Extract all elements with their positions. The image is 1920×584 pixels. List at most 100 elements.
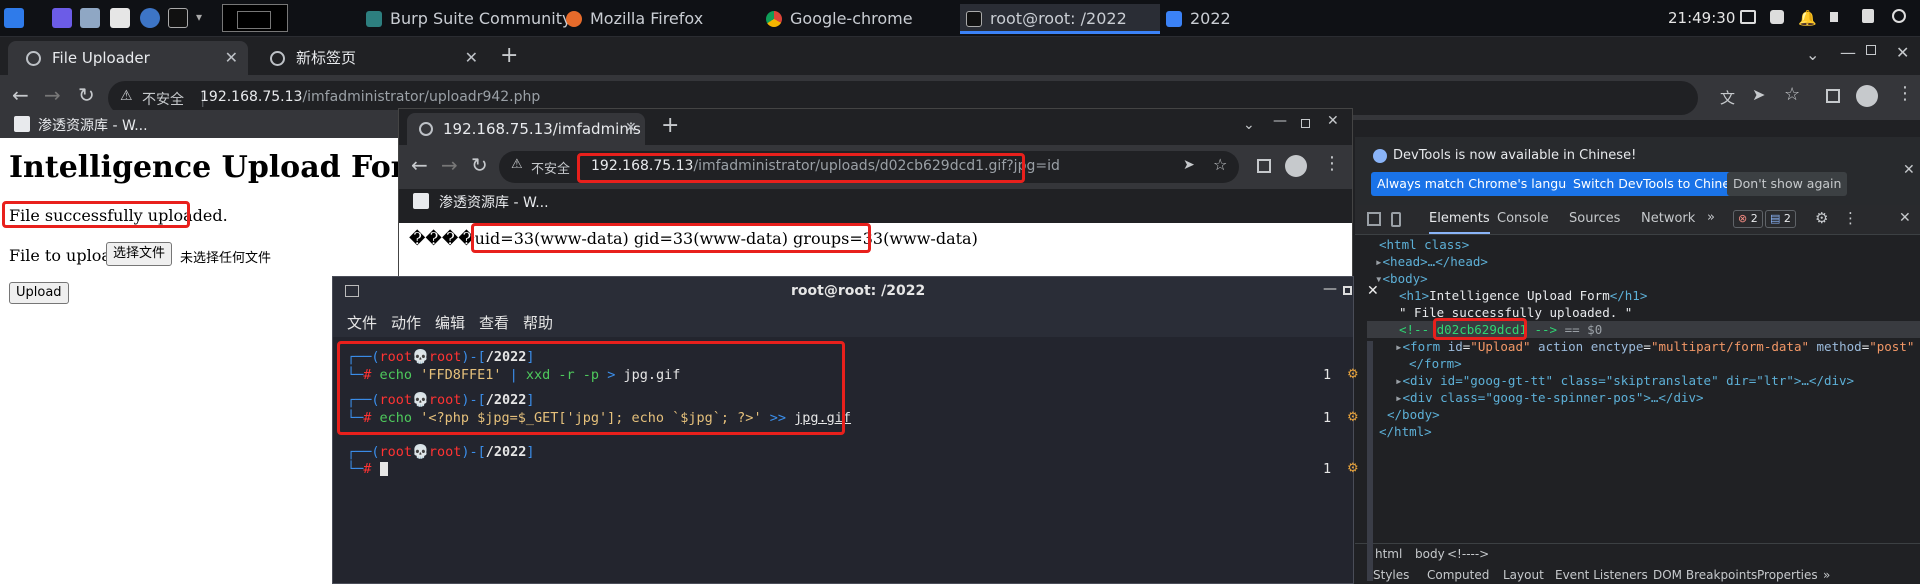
popup-tab[interactable]: 192.168.75.13/imfadminis ✕ <box>407 113 645 145</box>
minimize-button[interactable]: — <box>1273 113 1287 129</box>
tab-dom-breakpoints[interactable]: DOM Breakpoints <box>1653 568 1757 582</box>
always-match-button[interactable]: Always match Chrome's language <box>1371 172 1596 196</box>
show-desktop-icon[interactable] <box>52 8 72 28</box>
tab-network[interactable]: Network <box>1641 211 1695 226</box>
forward-button[interactable]: → <box>44 83 61 107</box>
task-firefox[interactable]: Mozilla Firefox <box>560 4 760 34</box>
minimize-button[interactable]: — <box>1323 281 1337 297</box>
close-icon[interactable]: ✕ <box>1903 162 1915 178</box>
dom-line[interactable]: <h1>Intelligence Upload Form</h1> <box>1399 288 1647 303</box>
task-folder[interactable]: 2022 <box>1160 4 1360 34</box>
kali-menu-icon[interactable] <box>4 8 24 28</box>
profile-avatar[interactable] <box>1856 85 1878 107</box>
maximize-button[interactable] <box>1343 286 1352 295</box>
task-chrome[interactable]: Google-chrome <box>760 4 960 34</box>
close-icon[interactable]: ✕ <box>465 41 478 75</box>
dom-line[interactable]: ▸<div class="goog-te-spinner-pos">…</div… <box>1395 390 1704 405</box>
task-burp[interactable]: Burp Suite Community E... <box>360 4 575 34</box>
maximize-button[interactable] <box>1866 45 1876 55</box>
lock-icon[interactable] <box>1862 9 1874 23</box>
message-badge[interactable]: ▤ 2 <box>1765 210 1796 228</box>
breadcrumb-item[interactable]: <!----> <box>1447 547 1489 561</box>
profile-avatar[interactable] <box>1285 155 1307 177</box>
dont-show-button[interactable]: Don't show again <box>1727 172 1848 196</box>
menu-view[interactable]: 查看 <box>479 312 509 333</box>
tab-search-icon[interactable]: ⌄ <box>1243 117 1255 133</box>
terminal-icon[interactable] <box>168 8 188 28</box>
close-window-button[interactable]: ✕ <box>1327 113 1339 129</box>
close-window-button[interactable]: ✕ <box>1896 43 1909 62</box>
tab-properties[interactable]: Properties <box>1757 568 1818 582</box>
star-icon[interactable]: ☆ <box>1213 155 1227 174</box>
tab-styles[interactable]: Styles <box>1373 568 1409 582</box>
terminal-command[interactable]: └─# <box>347 461 388 477</box>
device-icon[interactable] <box>1391 212 1401 227</box>
more-tabs-icon[interactable]: » <box>1823 568 1830 582</box>
send-icon[interactable]: ➤ <box>1752 85 1765 104</box>
error-badge[interactable]: ⊗ 2 <box>1733 210 1763 228</box>
back-button[interactable]: ← <box>411 153 428 177</box>
dom-line[interactable]: </form> <box>1409 356 1462 371</box>
dom-line[interactable]: <html class> <box>1379 237 1469 252</box>
dom-line[interactable]: </html> <box>1379 424 1432 439</box>
menu-icon[interactable]: ⋮ <box>1323 153 1341 174</box>
tab-computed[interactable]: Computed <box>1427 568 1489 582</box>
browser-icon[interactable] <box>140 8 160 28</box>
send-icon[interactable]: ➤ <box>1183 157 1195 173</box>
close-window-button[interactable]: ✕ <box>1367 283 1379 299</box>
close-icon[interactable]: ✕ <box>625 120 637 136</box>
dom-line[interactable]: ▸<form id="Upload" action enctype="multi… <box>1395 339 1914 354</box>
tab-elements[interactable]: Elements <box>1429 211 1490 234</box>
menu-icon[interactable]: ⋮ <box>1843 209 1858 227</box>
battery-icon[interactable] <box>1830 12 1838 22</box>
tab-layout[interactable]: Layout <box>1503 568 1544 582</box>
volume-icon[interactable] <box>1770 10 1784 24</box>
tab-event-listeners[interactable]: Event Listeners <box>1555 568 1648 582</box>
menu-help[interactable]: 帮助 <box>523 312 553 333</box>
forward-button[interactable]: → <box>441 153 458 177</box>
close-icon[interactable]: ✕ <box>1899 210 1911 226</box>
text-editor-icon[interactable] <box>110 8 130 28</box>
file-manager-icon[interactable] <box>80 8 100 28</box>
chevron-down-icon[interactable]: ▾ <box>196 10 202 24</box>
dom-line[interactable]: </body> <box>1387 407 1440 422</box>
new-tab-button[interactable]: + <box>661 113 679 138</box>
terminal-scrollbar[interactable] <box>1367 341 1373 581</box>
more-tabs-icon[interactable]: » <box>1707 210 1715 225</box>
task-terminal[interactable]: root@root: /2022 <box>960 4 1160 34</box>
menu-icon[interactable]: ⋮ <box>1896 83 1914 104</box>
reload-button[interactable]: ↻ <box>78 83 95 107</box>
upload-button[interactable]: Upload <box>9 282 69 304</box>
menu-actions[interactable]: 动作 <box>391 312 421 333</box>
breadcrumb-item[interactable]: body <box>1415 547 1445 561</box>
power-icon[interactable] <box>1892 9 1906 23</box>
tab-sources[interactable]: Sources <box>1569 211 1620 226</box>
bookmark-item[interactable]: 渗透资源库 - W... <box>38 115 148 135</box>
workspace-preview[interactable] <box>222 4 288 32</box>
menu-file[interactable]: 文件 <box>347 312 377 333</box>
display-icon[interactable] <box>1740 10 1756 24</box>
star-icon[interactable]: ☆ <box>1784 84 1800 105</box>
maximize-button[interactable] <box>1301 119 1310 128</box>
breadcrumb-item[interactable]: html <box>1375 547 1402 561</box>
switch-chinese-button[interactable]: Switch DevTools to Chinese <box>1567 172 1751 196</box>
new-tab-button[interactable]: + <box>500 43 518 68</box>
side-panel-icon[interactable] <box>1826 89 1840 103</box>
menu-edit[interactable]: 编辑 <box>435 312 465 333</box>
back-button[interactable]: ← <box>12 83 29 107</box>
reload-button[interactable]: ↻ <box>471 153 488 177</box>
tab-search-icon[interactable]: ⌄ <box>1806 45 1819 64</box>
minimize-button[interactable]: — <box>1840 43 1856 62</box>
bookmark-item[interactable]: 渗透资源库 - W... <box>439 192 549 212</box>
gear-icon[interactable]: ⚙ <box>1815 209 1828 227</box>
dom-line[interactable]: ▸<div id="goog-gt-tt" class="skiptransla… <box>1395 373 1854 388</box>
bell-icon[interactable]: 🔔 <box>1798 9 1817 27</box>
tab-file-uploader[interactable]: File Uploader ✕ <box>8 41 248 75</box>
dom-line[interactable]: ▸<head>…</head> <box>1375 254 1488 269</box>
inspect-icon[interactable] <box>1367 212 1381 226</box>
translate-icon[interactable]: 文 <box>1720 87 1735 108</box>
dom-line[interactable]: ▾<body> <box>1375 271 1428 286</box>
side-panel-icon[interactable] <box>1257 159 1271 173</box>
tab-console[interactable]: Console <box>1497 211 1549 226</box>
close-icon[interactable]: ✕ <box>225 41 238 75</box>
